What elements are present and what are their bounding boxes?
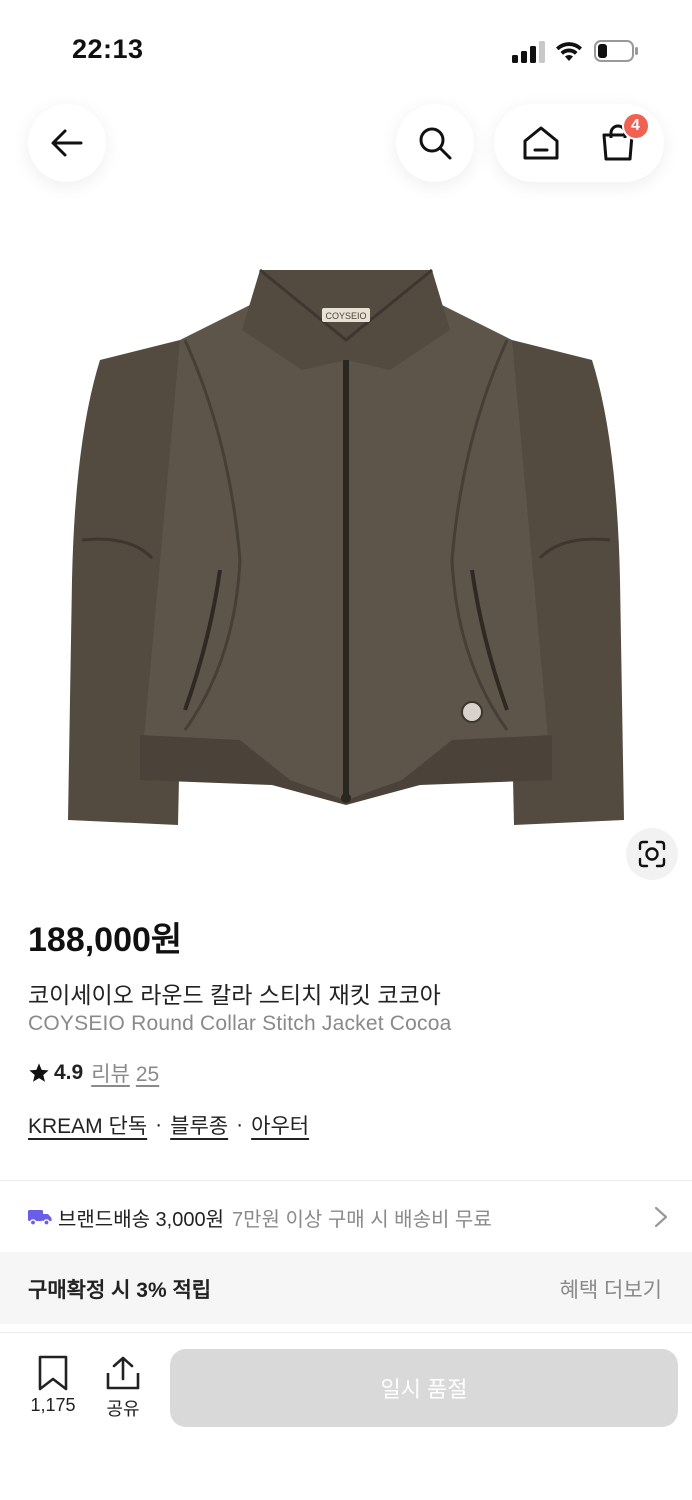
bottom-action-bar: 1,175 공유 일시 품절 [0,1332,692,1500]
free-shipping-condition: 7만원 이상 구매 시 배송비 무료 [232,1208,492,1231]
benefit-row: 구매확정 시 3% 적립 혜택 더보기 [0,1252,692,1324]
status-bar: 22:13 [0,0,692,100]
camera-lens-icon [638,840,666,868]
search-icon [419,127,452,160]
tag-separator: · [155,1113,163,1136]
arrow-left-icon [51,129,83,157]
home-button[interactable] [521,123,561,163]
back-button[interactable] [28,104,106,182]
chevron-right-icon [654,1206,668,1228]
tags-row: KREAM 단독 · 블루종 · 아우터 [28,1110,309,1140]
status-time: 22:13 [72,34,144,64]
product-price: 188,000원 [28,921,183,959]
nav-group: 4 [494,104,664,182]
sold-out-button[interactable]: 일시 품절 [170,1349,678,1427]
shipping-fee: 브랜드배송 3,000원 [58,1208,225,1231]
image-search-button[interactable] [626,828,678,880]
share-label: 공유 [106,1399,140,1419]
benefit-title: 구매확정 시 3% 적립 [28,1279,212,1302]
wifi-icon [556,42,582,61]
truck-icon [28,1210,52,1226]
share-button[interactable]: 공유 [98,1355,148,1421]
cart-count-badge: 4 [621,112,650,140]
rating-value: 4.9 [54,1061,84,1084]
benefit-more-link[interactable]: 혜택 더보기 [560,1274,662,1304]
brand-label-text: COYSEIO [325,311,366,321]
shipping-info-row[interactable]: 브랜드배송 3,000원 7만원 이상 구매 시 배송비 무료 [28,1198,668,1236]
star-icon [29,1063,49,1082]
home-icon [523,126,558,160]
product-image: COYSEIO [68,268,624,825]
review-label: 리뷰 [91,1063,130,1086]
rating-row: 4.9 리뷰 25 [28,1058,159,1088]
battery-icon [594,40,638,62]
product-name-korean: 코이세이오 라운드 칼라 스티치 재킷 코코아 [28,982,441,1008]
divider [0,1180,692,1181]
tag-separator: · [236,1113,244,1136]
tag-exclusive[interactable]: KREAM 단독 [28,1110,147,1140]
review-count: 25 [135,1063,160,1086]
cart-button[interactable]: 4 [598,112,650,163]
bookmark-button[interactable]: 1,175 [24,1355,82,1416]
review-link[interactable]: 리뷰 25 [91,1058,159,1088]
tag-blouson[interactable]: 블루종 [170,1110,228,1140]
search-button[interactable] [396,104,474,182]
signal-icon [512,41,545,63]
product-name-english: COYSEIO Round Collar Stitch Jacket Cocoa [28,1012,452,1035]
bookmark-count: 1,175 [30,1395,76,1415]
tag-outer[interactable]: 아우터 [251,1110,309,1140]
bookmark-icon [38,1355,68,1391]
share-icon [106,1356,140,1390]
